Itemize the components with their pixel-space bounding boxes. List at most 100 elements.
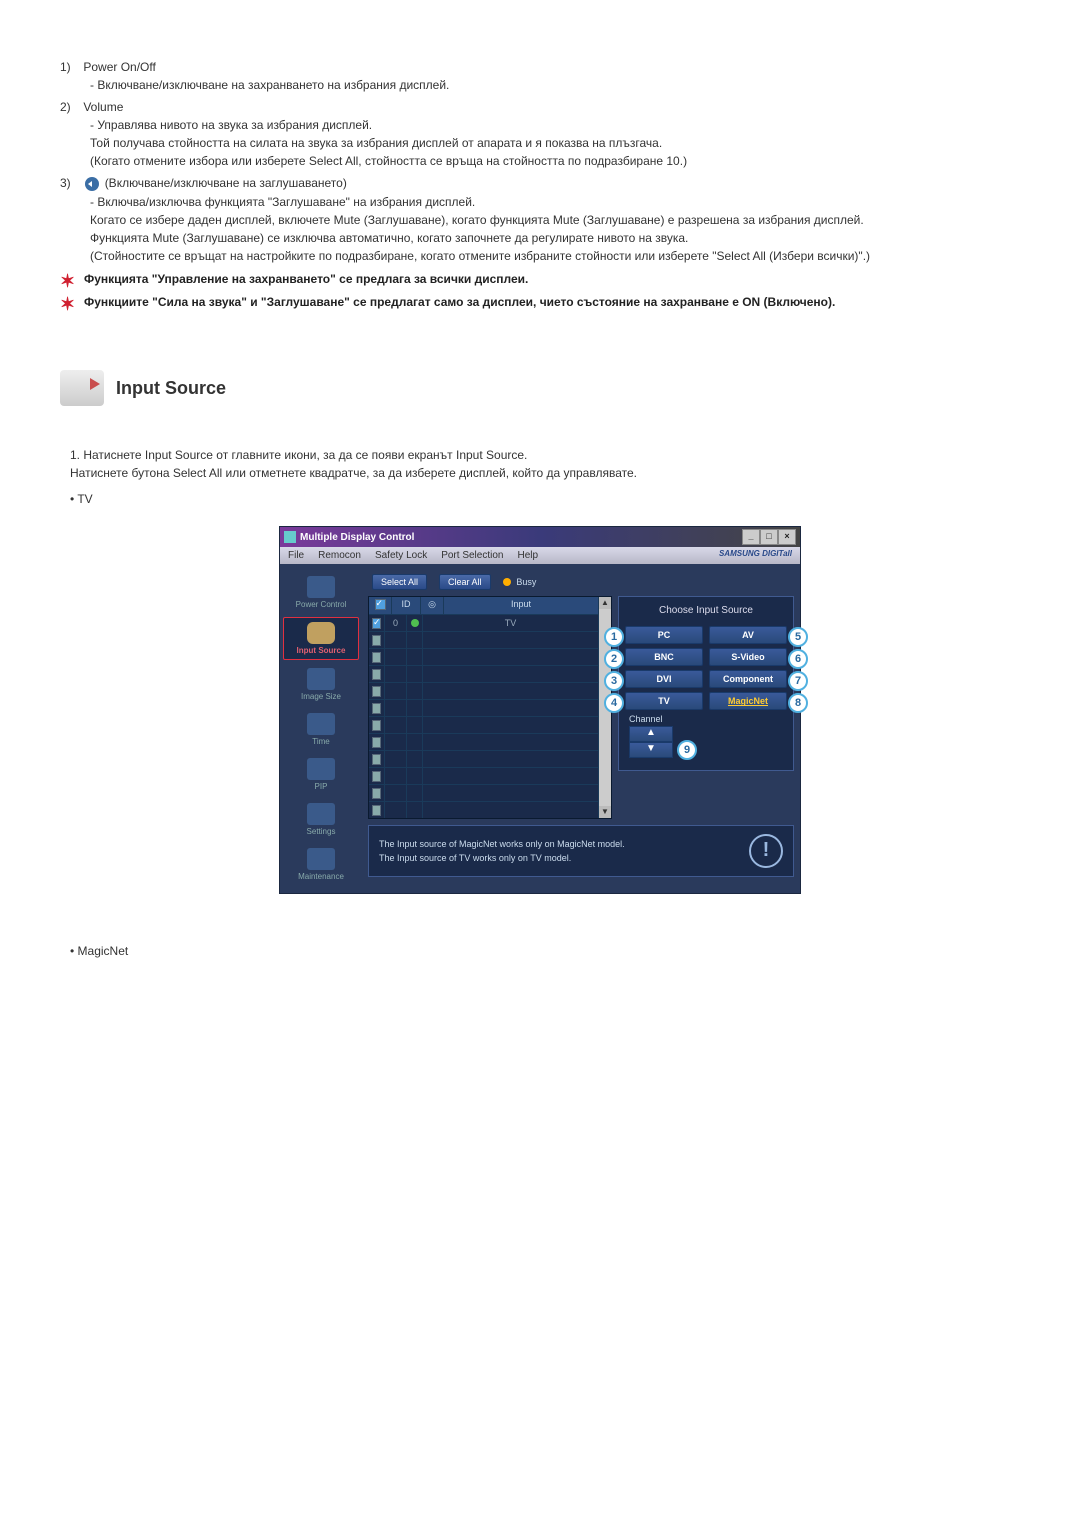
pip-icon — [307, 758, 335, 780]
clear-all-button[interactable]: Clear All — [439, 574, 491, 590]
sidebar-item-power-control[interactable]: Power Control — [284, 572, 358, 613]
main-area: Select All Clear All Busy ID — [362, 564, 800, 893]
input-magicnet-button[interactable]: MagicNet 8 — [709, 692, 787, 710]
row-checkbox[interactable] — [372, 754, 381, 765]
table-row[interactable] — [369, 665, 599, 682]
badge-7: 7 — [788, 671, 808, 691]
col-status-icon: ◎ — [421, 597, 444, 614]
row-checkbox[interactable] — [372, 788, 381, 799]
caution-icon: ! — [749, 834, 783, 868]
input-component-button[interactable]: Component 7 — [709, 670, 787, 688]
status-dot-icon — [411, 619, 419, 627]
row-checkbox[interactable] — [372, 703, 381, 714]
app-icon — [284, 531, 296, 543]
sidebar-item-pip[interactable]: PIP — [284, 754, 358, 795]
note-2-text: Функциите "Сила на звука" и "Заглушаване… — [84, 295, 835, 309]
table-row[interactable] — [369, 682, 599, 699]
table-row[interactable] — [369, 801, 599, 818]
toolbar: Select All Clear All Busy — [368, 572, 794, 596]
sidebar-item-image-size[interactable]: Image Size — [284, 664, 358, 705]
sidebar-item-maintenance[interactable]: Maintenance — [284, 844, 358, 885]
grid-header: ID ◎ Input — [369, 597, 599, 614]
menu-safety-lock[interactable]: Safety Lock — [375, 550, 427, 561]
table-row[interactable] — [369, 784, 599, 801]
panel-title: Choose Input Source — [625, 605, 787, 616]
badge-9: 9 — [677, 740, 697, 760]
scroll-down-button[interactable]: ▼ — [599, 806, 611, 818]
channel-label: Channel — [625, 714, 787, 724]
menu-remocon[interactable]: Remocon — [318, 550, 361, 561]
sidebar-label-maint: Maintenance — [284, 872, 358, 881]
table-row[interactable] — [369, 733, 599, 750]
row-checkbox[interactable] — [372, 652, 381, 663]
list-item-1: 1) Power On/Off - Включване/изключване н… — [60, 60, 1020, 94]
display-grid: ID ◎ Input 0 TV — [368, 596, 612, 819]
item-2-desc: - Управлява нивото на звука за избрания … — [90, 116, 1020, 170]
star-icon: ✶ — [60, 269, 75, 294]
channel-down-button[interactable]: ▼ — [629, 742, 673, 758]
close-button[interactable]: × — [778, 529, 796, 545]
item-3-num: 3) — [60, 176, 80, 190]
input-bnc-button[interactable]: 2 BNC — [625, 648, 703, 666]
table-row[interactable] — [369, 716, 599, 733]
table-row[interactable] — [369, 648, 599, 665]
list-item-3: 3) (Включване/изключване на заглушаванет… — [60, 176, 1020, 265]
sidebar-item-time[interactable]: Time — [284, 709, 358, 750]
wrench-icon — [307, 848, 335, 870]
row-checkbox[interactable] — [372, 686, 381, 697]
badge-2: 2 — [604, 649, 624, 669]
select-all-button[interactable]: Select All — [372, 574, 427, 590]
menu-file[interactable]: File — [288, 550, 304, 561]
menubar: File Remocon Safety Lock Port Selection … — [280, 547, 800, 564]
item-1-desc: - Включване/изключване на захранването н… — [90, 76, 1020, 94]
input-pc-button[interactable]: 1 PC — [625, 626, 703, 644]
row-checkbox[interactable] — [372, 635, 381, 646]
power-icon — [307, 576, 335, 598]
note-2: ✶ Функциите "Сила на звука" и "Заглушава… — [60, 294, 1020, 311]
row-input: TV — [423, 615, 599, 631]
table-row[interactable] — [369, 631, 599, 648]
sidebar-label-time: Time — [284, 737, 358, 746]
sidebar-item-settings[interactable]: Settings — [284, 799, 358, 840]
sidebar-label-power: Power Control — [284, 600, 358, 609]
table-row[interactable]: 0 TV — [369, 614, 599, 631]
input-dvi-button[interactable]: 3 DVI — [625, 670, 703, 688]
badge-1: 1 — [604, 627, 624, 647]
channel-up-button[interactable]: ▲ — [629, 726, 673, 742]
footer-line-2: The Input source of TV works only on TV … — [379, 851, 625, 865]
input-tv-button[interactable]: 4 TV — [625, 692, 703, 710]
row-checkbox[interactable] — [372, 737, 381, 748]
row-checkbox[interactable] — [372, 805, 381, 816]
table-row[interactable] — [369, 750, 599, 767]
menu-help[interactable]: Help — [517, 550, 538, 561]
mute-icon — [85, 177, 99, 191]
table-row[interactable] — [369, 767, 599, 784]
badge-4: 4 — [604, 693, 624, 713]
col-checkbox[interactable] — [369, 597, 392, 614]
col-input: Input — [444, 597, 599, 614]
row-checkbox[interactable] — [372, 618, 381, 629]
sidebar-item-input-source[interactable]: Input Source — [283, 617, 359, 660]
badge-6: 6 — [788, 649, 808, 669]
scroll-up-button[interactable]: ▲ — [599, 597, 611, 609]
menu-port-selection[interactable]: Port Selection — [441, 550, 503, 561]
note-1: ✶ Функцията "Управление на захранването"… — [60, 271, 1020, 288]
row-checkbox[interactable] — [372, 720, 381, 731]
brand-label: SAMSUNG DIGITall — [719, 549, 792, 558]
note-1-text: Функцията "Управление на захранването" с… — [84, 272, 528, 286]
choose-input-panel: Choose Input Source 1 PC AV 5 — [618, 596, 794, 771]
row-checkbox[interactable] — [372, 669, 381, 680]
titlebar: Multiple Display Control _ □ × — [280, 527, 800, 547]
input-source-icon — [60, 370, 104, 406]
minimize-button[interactable]: _ — [742, 529, 760, 545]
star-icon: ✶ — [60, 292, 75, 317]
maximize-button[interactable]: □ — [760, 529, 778, 545]
item-2-num: 2) — [60, 100, 80, 114]
bullet-magicnet: MagicNet — [70, 944, 1020, 958]
col-id: ID — [392, 597, 421, 614]
input-svideo-button[interactable]: S-Video 6 — [709, 648, 787, 666]
table-row[interactable] — [369, 699, 599, 716]
input-av-button[interactable]: AV 5 — [709, 626, 787, 644]
badge-3: 3 — [604, 671, 624, 691]
row-checkbox[interactable] — [372, 771, 381, 782]
